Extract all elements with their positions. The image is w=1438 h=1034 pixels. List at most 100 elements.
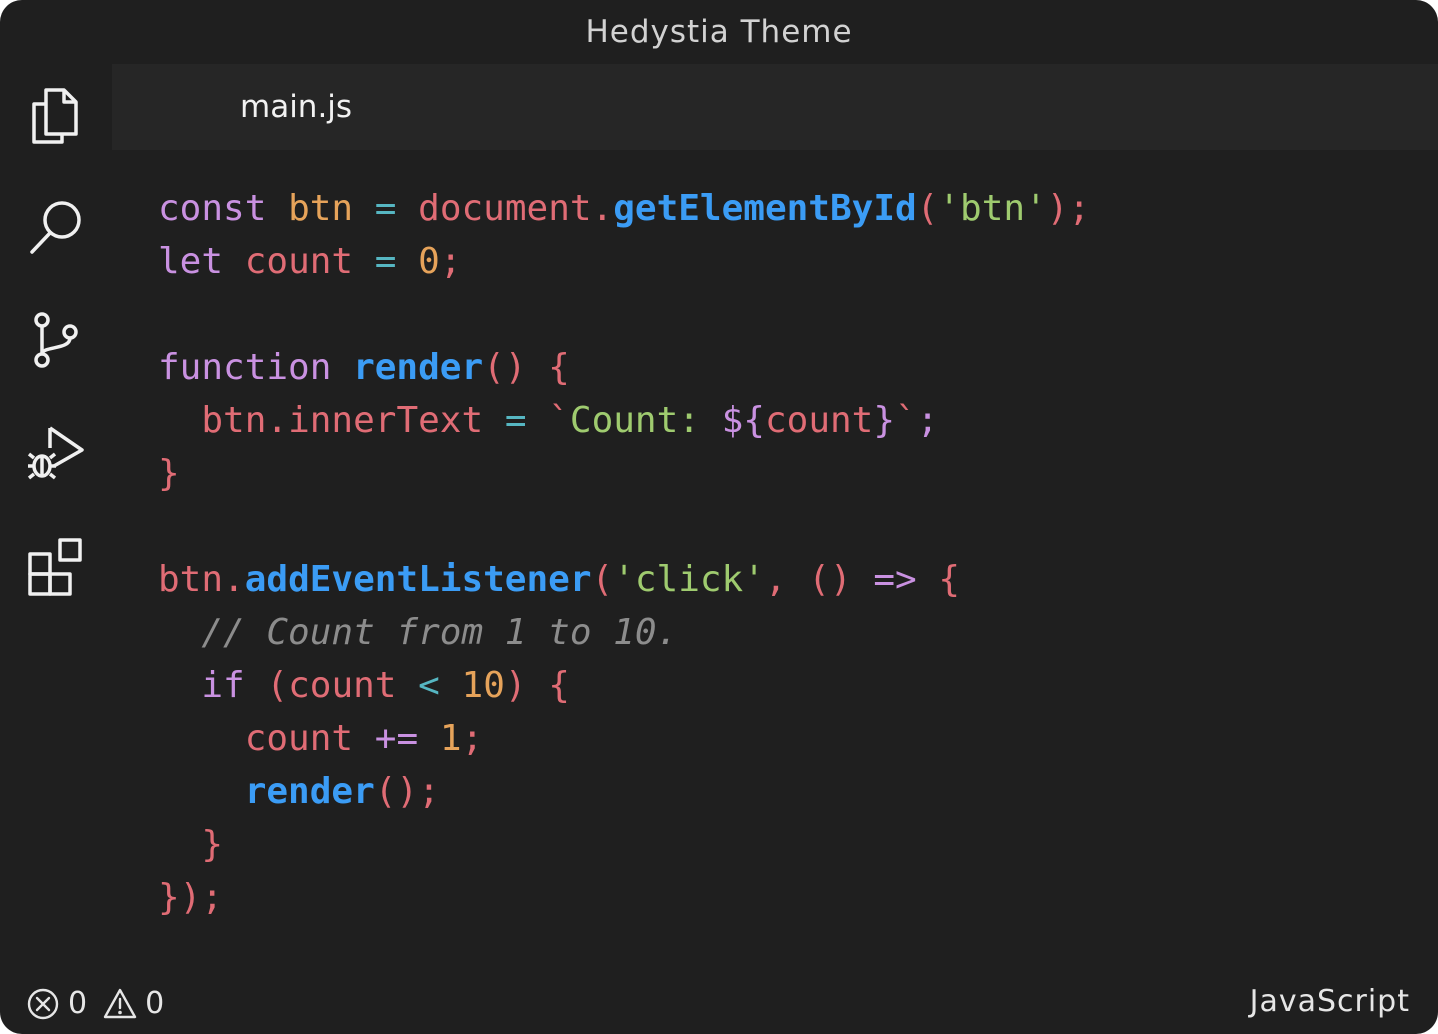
code-token: { [548,665,570,706]
code-token: . [223,559,245,600]
editor-window: Hedystia Theme main.js const btn = docum… [0,0,1438,1034]
error-icon [26,987,60,1021]
tab-main-js[interactable]: main.js [112,64,412,150]
code-line: }); [158,871,223,924]
problems-indicator[interactable]: 0 0 [26,986,180,1021]
code-token: innerText [288,400,484,441]
code-token: count [288,665,397,706]
code-line: let count = 0; [158,235,462,288]
code-token: const [158,188,267,229]
run-debug-icon[interactable] [24,422,88,486]
code-token: (); [374,771,440,812]
code-token: render [353,347,484,388]
code-token: () [808,559,852,600]
code-token: 'click' [613,559,765,600]
code-line: count += 1; [158,712,483,765]
code-line: btn.addEventListener('click', () => { [158,553,960,606]
code-token: += [374,718,419,759]
code-token: ( [266,665,289,706]
code-token: if [201,665,245,706]
code-token: ) [504,665,527,706]
window-title: Hedystia Theme [585,14,853,50]
code-token: 'btn' [938,188,1047,229]
code-token: { [938,559,961,600]
warning-count: 0 [145,986,165,1021]
code-token: ); [1046,188,1091,229]
extensions-icon[interactable] [24,536,88,600]
activity-bar [0,64,112,964]
code-token: = [374,241,397,282]
code-token: () { [483,347,570,388]
code-line: const btn = document.getElementById('btn… [158,182,1090,235]
code-token: => [873,559,917,600]
code-token: ( [916,188,939,229]
warning-icon [103,987,137,1021]
code-line: btn.innerText = `Count: ${count}`; [158,394,938,447]
code-token: . [266,400,289,441]
code-line: if (count < 10) { [158,659,570,712]
source-control-icon[interactable] [24,308,88,372]
code-token: 0 [418,241,440,282]
tab-label: main.js [240,89,353,125]
code-line: function render() { [158,341,570,394]
code-token: ; [439,241,462,282]
code-token: }); [158,877,224,918]
code-token: addEventListener [244,559,592,600]
language-mode[interactable]: JavaScript [1250,984,1410,1019]
code-token: count [764,400,874,441]
code-token: Count: [569,400,722,441]
explorer-icon[interactable] [24,84,88,148]
search-icon[interactable] [24,194,88,258]
code-token: btn [288,188,354,229]
error-count: 0 [68,986,88,1021]
tab-bar: main.js [112,64,1438,150]
code-line: render(); [158,765,440,818]
code-token: count [244,718,354,759]
code-token: let [158,241,224,282]
code-token: 1 [439,718,462,759]
code-token: btn [201,400,267,441]
code-token: ${ [721,400,765,441]
code-line: } [158,818,223,871]
code-token: count [244,241,354,282]
code-token: ( [591,559,614,600]
title-bar: Hedystia Theme [0,0,1438,64]
code-line: // Count from 1 to 10. [158,606,678,659]
code-token: 10 [461,665,505,706]
code-token: ; [916,400,939,441]
code-token: document [418,188,592,229]
code-token: render [244,771,375,812]
code-token: ` [895,400,917,441]
code-token: } [201,824,224,865]
code-token: = [504,400,527,441]
code-token: . [591,188,614,229]
code-token: < [418,665,440,706]
code-token: = [374,188,397,229]
code-token: function [158,347,332,388]
code-token: ; [461,718,484,759]
code-line: } [158,447,180,500]
code-token: } [873,400,896,441]
